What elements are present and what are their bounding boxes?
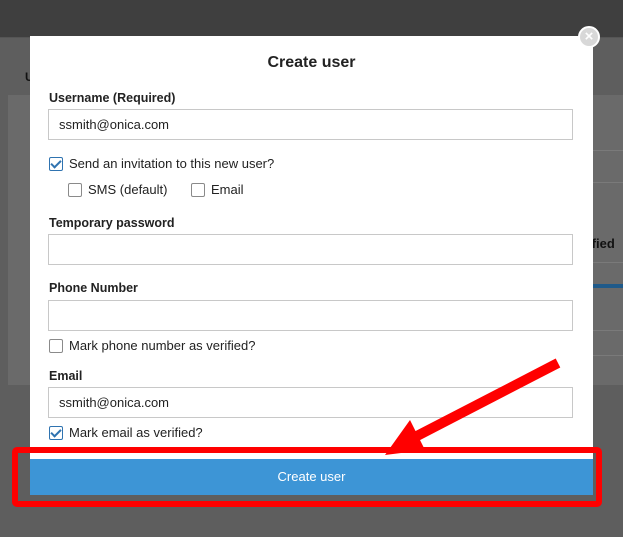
red-arrow-icon — [385, 358, 561, 455]
